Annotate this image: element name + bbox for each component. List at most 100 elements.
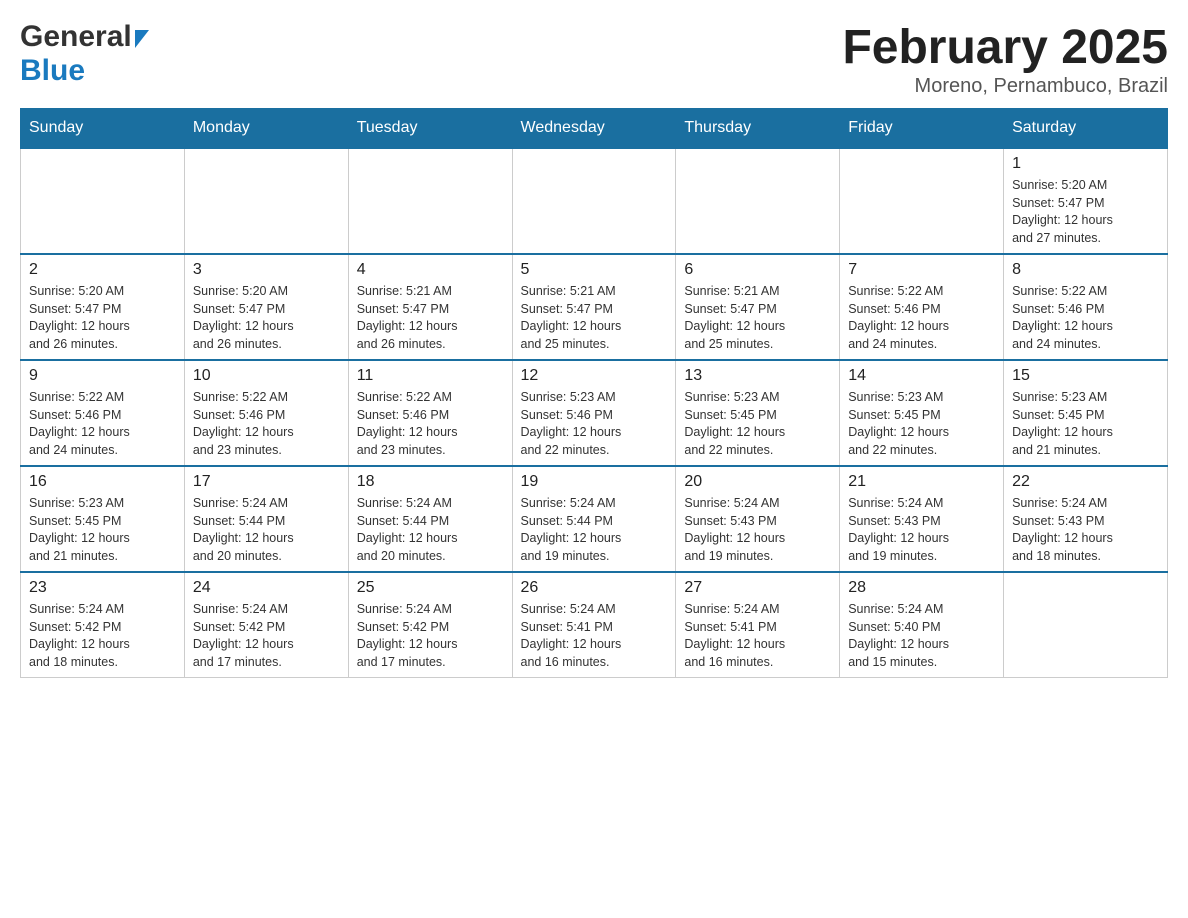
day-info: Sunrise: 5:23 AMSunset: 5:45 PMDaylight:… — [1012, 389, 1159, 459]
day-number: 2 — [29, 261, 176, 279]
calendar-cell: 8Sunrise: 5:22 AMSunset: 5:46 PMDaylight… — [1004, 254, 1168, 360]
calendar-cell: 24 Sunrise: 5:24 AMSunset: 5:42 PMDayligh… — [184, 572, 348, 678]
day-number: 23 — [29, 579, 176, 597]
day-info: Sunrise: 5:24 AMSunset: 5:43 PMDaylight:… — [684, 495, 831, 565]
day-info: Sunrise: 5:22 AMSunset: 5:46 PMDaylight:… — [29, 389, 176, 459]
week-row-3: 16 Sunrise: 5:23 AMSunset: 5:45 PMDayligh… — [21, 466, 1168, 572]
page-header: General Blue February 2025 Moreno, Perna… — [20, 20, 1168, 98]
day-info: Sunrise: 5:24 AMSunset: 5:44 PMDaylight:… — [193, 495, 340, 565]
day-number: 25 — [357, 579, 504, 597]
calendar-cell: 7 Sunrise: 5:22 AMSunset: 5:46 PMDaylight… — [840, 254, 1004, 360]
day-info: Sunrise: 5:23 AMSunset: 5:45 PMDaylight:… — [684, 389, 831, 459]
day-number: 6 — [684, 261, 831, 279]
calendar-cell: 25 Sunrise: 5:24 AMSunset: 5:42 PMDayligh… — [348, 572, 512, 678]
calendar-cell: 3 Sunrise: 5:20 AMSunset: 5:47 PMDaylight… — [184, 254, 348, 360]
day-number: 12 — [521, 367, 668, 385]
logo-blue-text: Blue — [20, 54, 85, 87]
day-info: Sunrise: 5:24 AMSunset: 5:42 PMDaylight:… — [357, 601, 504, 671]
day-number: 5 — [521, 261, 668, 279]
calendar-cell: 10 Sunrise: 5:22 AMSunset: 5:46 PMDayligh… — [184, 360, 348, 466]
calendar-cell: 11 Sunrise: 5:22 AMSunset: 5:46 PMDayligh… — [348, 360, 512, 466]
calendar-cell: 13 Sunrise: 5:23 AMSunset: 5:45 PMDayligh… — [676, 360, 840, 466]
day-number: 13 — [684, 367, 831, 385]
day-info: Sunrise: 5:23 AMSunset: 5:45 PMDaylight:… — [848, 389, 995, 459]
calendar-cell: 1 Sunrise: 5:20 AMSunset: 5:47 PMDaylight… — [1004, 148, 1168, 254]
day-info: Sunrise: 5:24 AMSunset: 5:41 PMDaylight:… — [684, 601, 831, 671]
calendar-header-friday: Friday — [840, 109, 1004, 149]
day-info: Sunrise: 5:22 AMSunset: 5:46 PMDaylight:… — [357, 389, 504, 459]
calendar-cell: 23 Sunrise: 5:24 AMSunset: 5:42 PMDayligh… — [21, 572, 185, 678]
calendar-cell: 12 Sunrise: 5:23 AMSunset: 5:46 PMDayligh… — [512, 360, 676, 466]
day-number: 15 — [1012, 367, 1159, 385]
calendar-cell: 9 Sunrise: 5:22 AMSunset: 5:46 PMDaylight… — [21, 360, 185, 466]
calendar-cell: 6 Sunrise: 5:21 AMSunset: 5:47 PMDaylight… — [676, 254, 840, 360]
day-number: 24 — [193, 579, 340, 597]
calendar-cell: 15 Sunrise: 5:23 AMSunset: 5:45 PMDayligh… — [1004, 360, 1168, 466]
day-info: Sunrise: 5:22 AMSunset: 5:46 PMDaylight:… — [848, 283, 995, 353]
day-info: Sunrise: 5:23 AMSunset: 5:46 PMDaylight:… — [521, 389, 668, 459]
day-info: Sunrise: 5:21 AMSunset: 5:47 PMDaylight:… — [357, 283, 504, 353]
day-number: 26 — [521, 579, 668, 597]
location-text: Moreno, Pernambuco, Brazil — [842, 75, 1168, 98]
day-number: 22 — [1012, 473, 1159, 491]
day-info: Sunrise: 5:24 AMSunset: 5:44 PMDaylight:… — [521, 495, 668, 565]
week-row-4: 23 Sunrise: 5:24 AMSunset: 5:42 PMDayligh… — [21, 572, 1168, 678]
logo: General Blue — [20, 20, 149, 88]
day-number: 7 — [848, 261, 995, 279]
day-number: 14 — [848, 367, 995, 385]
day-info: Sunrise: 5:20 AMSunset: 5:47 PMDaylight:… — [1012, 177, 1159, 247]
calendar-cell: 20 Sunrise: 5:24 AMSunset: 5:43 PMDayligh… — [676, 466, 840, 572]
day-info: Sunrise: 5:24 AMSunset: 5:44 PMDaylight:… — [357, 495, 504, 565]
calendar-header-monday: Monday — [184, 109, 348, 149]
day-info: Sunrise: 5:24 AMSunset: 5:42 PMDaylight:… — [29, 601, 176, 671]
calendar-cell — [676, 148, 840, 254]
calendar-header-row: SundayMondayTuesdayWednesdayThursdayFrid… — [21, 109, 1168, 149]
calendar-cell — [1004, 572, 1168, 678]
day-number: 17 — [193, 473, 340, 491]
day-number: 27 — [684, 579, 831, 597]
calendar-header-thursday: Thursday — [676, 109, 840, 149]
calendar-cell: 16 Sunrise: 5:23 AMSunset: 5:45 PMDayligh… — [21, 466, 185, 572]
calendar-header-wednesday: Wednesday — [512, 109, 676, 149]
day-info: Sunrise: 5:24 AMSunset: 5:43 PMDaylight:… — [848, 495, 995, 565]
calendar-cell: 27 Sunrise: 5:24 AMSunset: 5:41 PMDayligh… — [676, 572, 840, 678]
calendar-cell: 19 Sunrise: 5:24 AMSunset: 5:44 PMDayligh… — [512, 466, 676, 572]
day-info: Sunrise: 5:24 AMSunset: 5:40 PMDaylight:… — [848, 601, 995, 671]
calendar-cell: 28 Sunrise: 5:24 AMSunset: 5:40 PMDayligh… — [840, 572, 1004, 678]
calendar-cell: 4Sunrise: 5:21 AMSunset: 5:47 PMDaylight… — [348, 254, 512, 360]
calendar-cell: 22 Sunrise: 5:24 AMSunset: 5:43 PMDayligh… — [1004, 466, 1168, 572]
calendar-cell: 5 Sunrise: 5:21 AMSunset: 5:47 PMDaylight… — [512, 254, 676, 360]
day-info: Sunrise: 5:22 AMSunset: 5:46 PMDaylight:… — [193, 389, 340, 459]
day-number: 16 — [29, 473, 176, 491]
day-number: 28 — [848, 579, 995, 597]
day-number: 9 — [29, 367, 176, 385]
calendar-cell: 17 Sunrise: 5:24 AMSunset: 5:44 PMDayligh… — [184, 466, 348, 572]
day-info: Sunrise: 5:24 AMSunset: 5:41 PMDaylight:… — [521, 601, 668, 671]
day-number: 1 — [1012, 155, 1159, 173]
calendar-cell: 21 Sunrise: 5:24 AMSunset: 5:43 PMDayligh… — [840, 466, 1004, 572]
day-info: Sunrise: 5:21 AMSunset: 5:47 PMDaylight:… — [521, 283, 668, 353]
day-info: Sunrise: 5:24 AMSunset: 5:42 PMDaylight:… — [193, 601, 340, 671]
day-number: 20 — [684, 473, 831, 491]
day-info: Sunrise: 5:23 AMSunset: 5:45 PMDaylight:… — [29, 495, 176, 565]
day-info: Sunrise: 5:21 AMSunset: 5:47 PMDaylight:… — [684, 283, 831, 353]
calendar-cell: 2Sunrise: 5:20 AMSunset: 5:47 PMDaylight… — [21, 254, 185, 360]
day-info: Sunrise: 5:24 AMSunset: 5:43 PMDaylight:… — [1012, 495, 1159, 565]
calendar-cell: 26 Sunrise: 5:24 AMSunset: 5:41 PMDayligh… — [512, 572, 676, 678]
calendar-header-saturday: Saturday — [1004, 109, 1168, 149]
day-number: 8 — [1012, 261, 1159, 279]
calendar-cell — [348, 148, 512, 254]
day-info: Sunrise: 5:20 AMSunset: 5:47 PMDaylight:… — [193, 283, 340, 353]
calendar-table: SundayMondayTuesdayWednesdayThursdayFrid… — [20, 108, 1168, 678]
week-row-2: 9 Sunrise: 5:22 AMSunset: 5:46 PMDaylight… — [21, 360, 1168, 466]
day-number: 21 — [848, 473, 995, 491]
day-number: 19 — [521, 473, 668, 491]
calendar-header-tuesday: Tuesday — [348, 109, 512, 149]
day-number: 11 — [357, 367, 504, 385]
day-number: 3 — [193, 261, 340, 279]
title-section: February 2025 Moreno, Pernambuco, Brazil — [842, 20, 1168, 98]
calendar-cell: 18Sunrise: 5:24 AMSunset: 5:44 PMDayligh… — [348, 466, 512, 572]
week-row-1: 2 Sunrise: 5:20 AMSunset: 5:47 PMDaylight… — [21, 254, 1168, 360]
day-number: 10 — [193, 367, 340, 385]
calendar-header-sunday: Sunday — [21, 109, 185, 149]
